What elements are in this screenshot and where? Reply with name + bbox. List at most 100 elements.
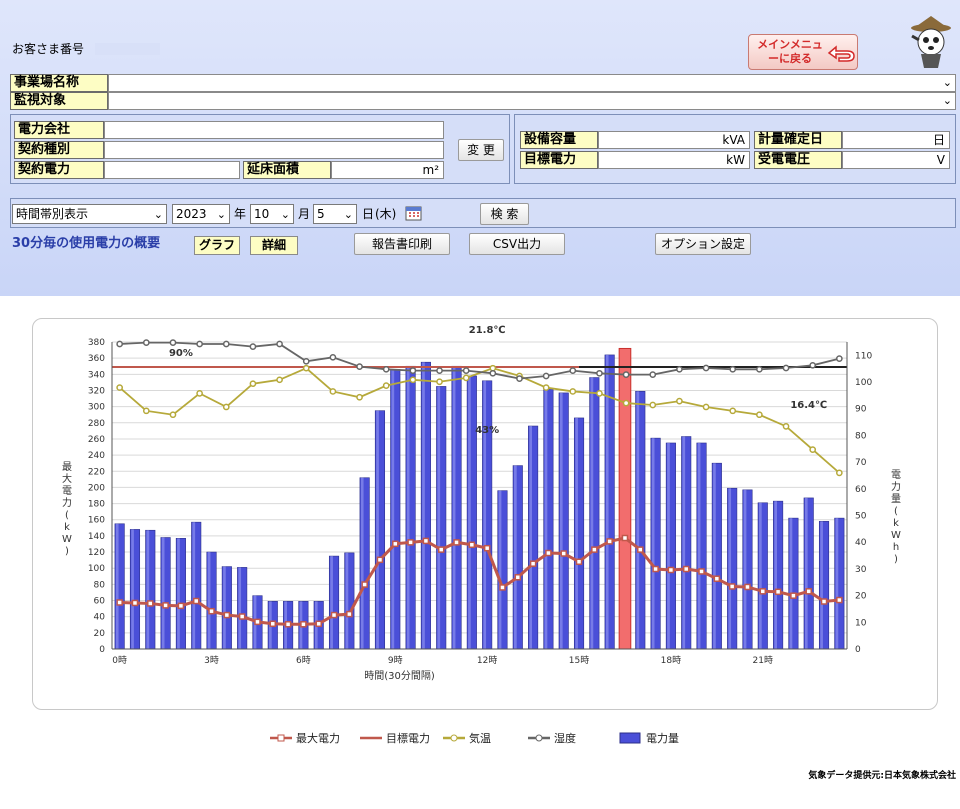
power-bar-highlight [468,375,471,649]
temperature-marker [542,384,550,391]
power-bar-highlight [223,566,226,649]
y-axis-title-char: W [62,534,72,545]
summary-title: 30分毎の使用電力の概要 [12,236,161,251]
y2-axis-title-char: 量 [891,493,901,505]
max-power-marker [667,566,675,574]
power-bar-highlight [161,537,165,649]
temperature-marker [276,376,283,384]
current-slot-bar [618,347,632,650]
max-power-marker [376,556,384,564]
max-power-marker [514,574,522,581]
year-select[interactable]: 2023 ⌄ [172,204,230,224]
y2-axis-title-char: 電 [891,469,901,481]
search-button[interactable]: 検 索 [480,203,529,225]
detail-tab[interactable]: 詳細 [250,236,298,255]
day-value: 5 [317,207,325,221]
y2-axis-title-char: k [893,518,899,529]
power-bar-highlight [146,530,150,649]
max-power-marker [790,592,797,599]
max-power-marker [269,620,277,628]
max-power-marker [621,534,629,542]
left-tick-label: 120 [88,548,105,558]
business-name-label: 事業場名称 [10,74,108,92]
x-tick-label: 18時 [661,655,681,666]
power-bar-highlight [759,502,762,649]
power-bar-highlight [559,392,563,649]
footer-credit: 気象データ提供元:日本気象株式会社 [808,771,956,781]
humidity-marker [329,353,337,361]
chart-bars [114,347,845,650]
change-button[interactable]: 変 更 [458,139,504,161]
max-power-marker [254,618,261,626]
y2-axis-title-char: 力 [891,480,901,493]
left-tick-label: 260 [88,435,105,445]
max-power-marker [560,550,567,557]
graph-tab[interactable]: グラフ [194,236,240,255]
contract-type-label: 契約種別 [14,141,104,159]
contract-type-field [104,141,444,159]
y2-axis-title-char: h [893,542,899,553]
x-tick-label: 15時 [569,655,589,666]
day-select[interactable]: 5 ⌄ [313,204,357,224]
power-bar-highlight [728,488,732,649]
power-bar-highlight [391,369,395,649]
right-tick-label: 20 [855,592,867,602]
humidity-marker [169,339,177,346]
meter-date-label: 計量確定日 [754,131,842,149]
equipment-capacity-field: kVA [598,131,750,149]
left-tick-label: 220 [88,467,105,477]
max-power-marker [284,621,292,628]
left-tick-label: 60 [94,597,106,607]
monitor-target-select[interactable]: ⌄ [108,92,956,110]
equipment-capacity-label: 設備容量 [520,131,598,149]
power-bar-highlight [330,556,333,649]
target-power-label: 目標電力 [520,151,598,169]
power-bar-highlight [192,522,196,649]
year-value: 2023 [176,207,207,221]
power-bar-highlight [713,463,716,649]
x-tick-label: 21時 [753,655,773,666]
chevron-down-icon: ⌄ [216,208,226,221]
max-power-marker [774,588,782,596]
csv-export-button[interactable]: CSV出力 [469,233,565,255]
y-axis-title-char: ) [65,546,69,557]
max-power-marker [407,539,414,546]
power-bar-highlight [376,410,379,649]
month-suffix: 月 [298,207,311,221]
temperature-marker [756,411,763,419]
x-tick-label: 0時 [112,655,127,666]
report-print-button[interactable]: 報告書印刷 [354,233,450,255]
max-power-marker [713,575,721,582]
humidity-marker [569,367,577,374]
power-bar-highlight [452,366,456,649]
chart-annotation: 21.8℃ [469,325,506,336]
power-bar-highlight [651,438,655,649]
y-axis-title-char: 最 [62,461,72,473]
max-power-marker [483,544,491,552]
option-settings-button[interactable]: オプション設定 [655,233,751,255]
chevron-down-icon: ⌄ [942,94,952,107]
receiving-voltage-field: V [842,151,950,169]
business-name-select[interactable]: ⌄ [108,74,956,92]
view-mode-select[interactable]: 時間帯別表示 ⌄ [12,204,167,224]
chart-annotation: 90% [169,348,193,359]
floor-area-label: 延床面積 [243,161,331,179]
calendar-icon[interactable] [404,204,424,222]
temperature-marker [729,407,737,415]
max-power-marker [728,583,736,590]
month-select[interactable]: 10 ⌄ [250,204,294,224]
left-tick-label: 380 [88,338,105,348]
return-arrow-icon [827,45,855,62]
main-menu-button[interactable]: メインメニューに戻る [748,34,858,70]
temperature-marker [809,446,817,453]
humidity-marker [729,365,737,373]
max-power-marker [361,581,368,588]
left-tick-label: 40 [94,613,106,623]
power-bar-highlight [422,362,425,649]
temperature-marker [329,388,337,395]
temperature-marker [462,374,470,382]
chevron-down-icon: ⌄ [343,208,353,221]
floor-area-field: m² [331,161,444,179]
power-bar-highlight [667,442,670,649]
left-tick-label: 340 [88,370,105,380]
